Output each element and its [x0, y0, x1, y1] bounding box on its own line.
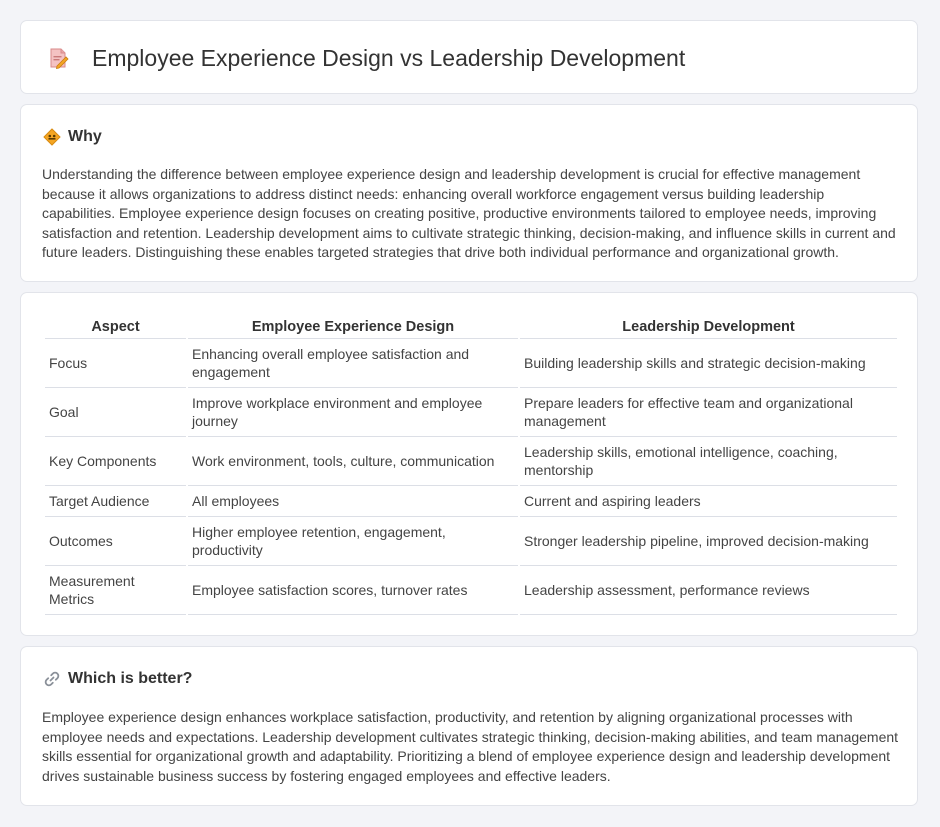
row-employee-experience-value: Higher employee retention, engagement, p…	[188, 517, 518, 566]
row-aspect: Focus	[45, 339, 186, 388]
link-icon	[44, 671, 60, 687]
table-row: Focus Enhancing overall employee satisfa…	[45, 339, 897, 388]
row-leadership-value: Stronger leadership pipeline, improved d…	[520, 517, 897, 566]
header-aspect: Aspect	[45, 317, 186, 339]
table-row: Measurement Metrics Employee satisfactio…	[45, 566, 897, 615]
table-row: Outcomes Higher employee retention, enga…	[45, 517, 897, 566]
table-row: Goal Improve workplace environment and e…	[45, 388, 897, 437]
table-header-row: Aspect Employee Experience Design Leader…	[45, 317, 897, 339]
row-employee-experience-value: Work environment, tools, culture, commun…	[188, 437, 518, 486]
row-employee-experience-value: Enhancing overall employee satisfaction …	[188, 339, 518, 388]
row-leadership-value: Prepare leaders for effective team and o…	[520, 388, 897, 437]
row-aspect: Key Components	[45, 437, 186, 486]
row-leadership-value: Building leadership skills and strategic…	[520, 339, 897, 388]
better-heading: Which is better?	[43, 669, 192, 689]
row-aspect: Goal	[45, 388, 186, 437]
row-aspect: Target Audience	[45, 486, 186, 517]
row-aspect: Measurement Metrics	[45, 566, 186, 615]
page-title: Employee Experience Design vs Leadership…	[92, 45, 686, 71]
row-leadership-value: Leadership assessment, performance revie…	[520, 566, 897, 615]
row-employee-experience-value: All employees	[188, 486, 518, 517]
why-section: Why Understanding the difference between…	[20, 104, 918, 282]
table-row: Target Audience All employees Current an…	[45, 486, 897, 517]
why-text: Understanding the difference between emp…	[42, 166, 896, 260]
why-title: Why	[68, 128, 102, 145]
document-pencil-icon	[50, 48, 69, 69]
better-text: Employee experience design enhances work…	[42, 709, 899, 784]
which-is-better-section: Which is better? Employee experience des…	[20, 646, 918, 806]
row-employee-experience-value: Employee satisfaction scores, turnover r…	[188, 566, 518, 615]
header-card: Employee Experience Design vs Leadership…	[20, 20, 918, 94]
header-leadership-development: Leadership Development	[520, 317, 897, 339]
row-employee-experience-value: Improve workplace environment and employ…	[188, 388, 518, 437]
why-heading: Why	[43, 127, 102, 147]
row-leadership-value: Leadership skills, emotional intelligenc…	[520, 437, 897, 486]
comparison-table: Aspect Employee Experience Design Leader…	[43, 317, 899, 615]
row-aspect: Outcomes	[45, 517, 186, 566]
better-title: Which is better?	[68, 670, 193, 687]
comparison-section: Aspect Employee Experience Design Leader…	[20, 292, 918, 636]
table-row: Key Components Work environment, tools, …	[45, 437, 897, 486]
diamond-sign-icon	[43, 128, 61, 146]
header-employee-experience-design: Employee Experience Design	[188, 317, 518, 339]
row-leadership-value: Current and aspiring leaders	[520, 486, 897, 517]
